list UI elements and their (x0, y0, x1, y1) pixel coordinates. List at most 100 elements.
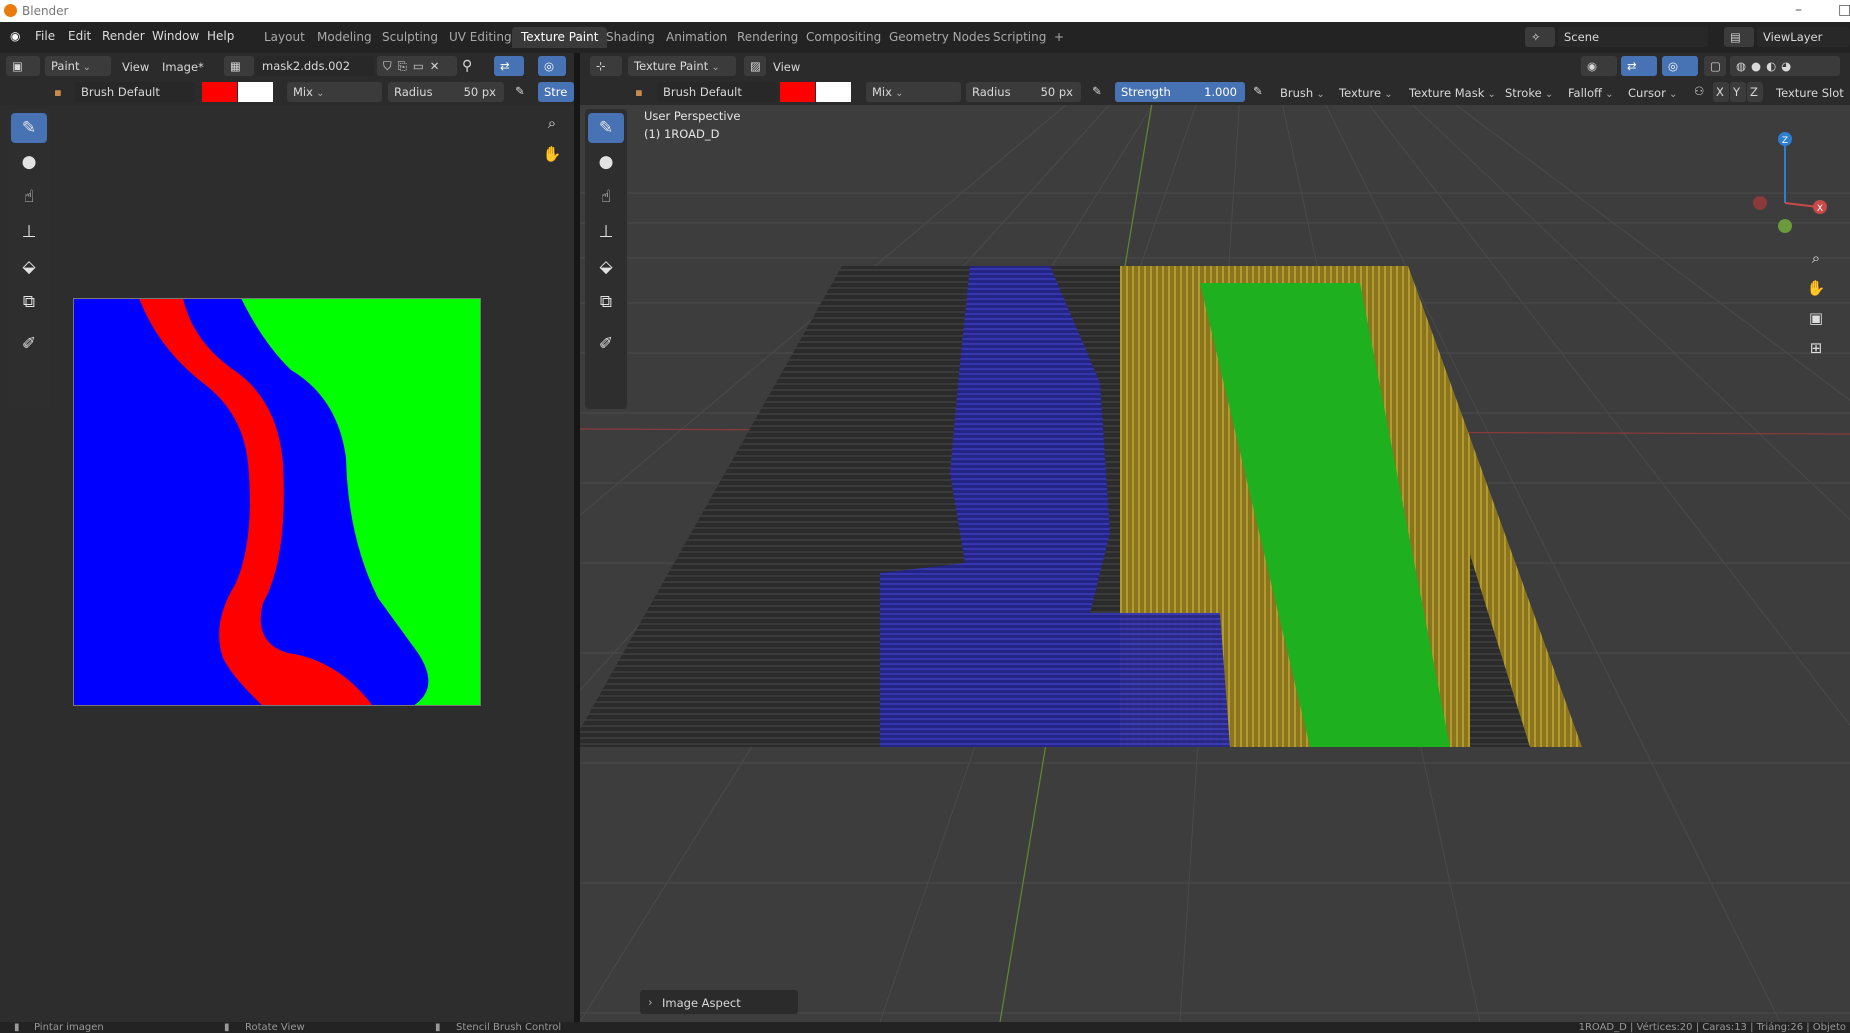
viewport-draw-tool-icon[interactable]: ✎ (588, 113, 624, 143)
texture-menu[interactable]: Texture (1339, 86, 1393, 100)
zoom-icon[interactable]: ⌕ (539, 110, 565, 136)
viewport-object-label: (1) 1ROAD_D (644, 127, 720, 141)
radius-slider[interactable]: Radius 50 px (388, 82, 504, 102)
viewport-brush-name-field[interactable]: Brush Default (657, 82, 777, 102)
tab-texture-paint[interactable]: Texture Paint (512, 27, 608, 48)
pin-icon[interactable]: ⚲ (462, 58, 472, 74)
clone-tool-icon[interactable]: ⊥ (11, 217, 47, 247)
secondary-color-swatch[interactable] (238, 82, 273, 102)
radius-pressure-icon[interactable]: ✎ (515, 84, 525, 98)
primary-color-swatch[interactable] (202, 82, 237, 102)
strength-slider-cut[interactable]: Stre (538, 82, 574, 102)
menu-edit[interactable]: Edit (68, 29, 91, 43)
navigation-gizmo[interactable]: Z X (1740, 115, 1830, 245)
image-view-menu[interactable]: View (122, 60, 149, 74)
painted-plane[interactable] (580, 263, 1660, 753)
stroke-menu[interactable]: Stroke (1505, 86, 1553, 100)
brush-menu[interactable]: Brush (1280, 86, 1325, 100)
mirror-z-toggle[interactable]: Z (1747, 82, 1763, 102)
image-name-field[interactable]: mask2.dds.002 (256, 56, 374, 76)
minimize-icon[interactable]: – (1795, 2, 1802, 18)
viewport-primary-color[interactable] (780, 82, 815, 102)
viewport-scene[interactable] (580, 53, 1850, 1022)
3d-viewport[interactable]: ⊹ Texture Paint ▨ View ◉ ⇄ ◎ ▢ ◍●◐◕ ▪ Br… (580, 53, 1850, 1022)
blender-menu-icon[interactable]: ◉ (10, 29, 20, 43)
view-layer-icon[interactable]: ▤ (1724, 27, 1754, 47)
overlays-toggle-icon[interactable]: ◎ (1662, 56, 1698, 76)
gizmo-y-ball[interactable] (1778, 219, 1792, 233)
viewport-fill-tool-icon[interactable]: ⬙ (588, 252, 624, 282)
editor-type-icon[interactable]: ▣ (6, 56, 40, 76)
draw-tool-icon[interactable]: ✎ (11, 113, 47, 143)
gizmo-neg-x-ball[interactable] (1753, 196, 1767, 210)
add-workspace-button[interactable]: + (1045, 27, 1073, 48)
tab-uv-editing[interactable]: UV Editing (440, 27, 521, 48)
texture-mask-menu[interactable]: Texture Mask (1409, 86, 1496, 100)
viewport-mask-tool-icon[interactable]: ⧉ (588, 287, 624, 317)
blend-mode-dropdown[interactable]: Mix (287, 82, 382, 102)
viewport-zoom-icon[interactable]: ⌕ (1803, 245, 1829, 271)
image-editor-header: ▣ Paint View Image* ▦ mask2.dds.002 ⛉⎘▭✕… (0, 53, 574, 79)
fill-tool-icon[interactable]: ⬙ (11, 252, 47, 282)
mask-tool-icon[interactable]: ⧉ (11, 287, 47, 317)
scene-name-field[interactable]: Scene (1558, 27, 1708, 47)
menu-render[interactable]: Render (102, 29, 145, 43)
texture-paint-mode-dropdown[interactable]: Texture Paint (628, 56, 736, 76)
tab-rendering[interactable]: Rendering (728, 27, 807, 48)
tab-sculpting[interactable]: Sculpting (373, 27, 447, 48)
shading-mode-buttons[interactable]: ◍●◐◕ (1730, 56, 1840, 76)
brush-name-field[interactable]: Brush Default (75, 82, 195, 102)
smear-tool-icon[interactable]: ☝ (11, 182, 47, 212)
viewport-blend-dropdown[interactable]: Mix (866, 82, 961, 102)
gizmo-toggle-icon[interactable]: ⇄ (1621, 56, 1657, 76)
annotate-tool-icon[interactable]: ✐ (11, 329, 47, 359)
xray-toggle-icon[interactable]: ▢ (1704, 56, 1726, 76)
menu-file[interactable]: File (35, 29, 55, 43)
mask-image-canvas[interactable] (73, 298, 481, 706)
mirror-x-toggle[interactable]: X (1713, 82, 1729, 102)
viewport-smear-tool-icon[interactable]: ☝ (588, 182, 624, 212)
viewport-radius-slider[interactable]: Radius 50 px (966, 82, 1081, 102)
canvas-icon[interactable]: ▨ (744, 56, 766, 76)
pan-hand-icon[interactable]: ✋ (539, 141, 565, 167)
overlay-icon[interactable]: ◎ (538, 56, 566, 76)
viewport-toolbar: ✎ ● ☝ ⊥ ⬙ ⧉ ✐ (585, 109, 627, 409)
perspective-toggle-icon[interactable]: ⊞ (1803, 335, 1829, 361)
falloff-menu[interactable]: Falloff (1568, 86, 1614, 100)
soften-tool-icon[interactable]: ● (11, 147, 47, 177)
image-datablock-buttons[interactable]: ⛉⎘▭✕ (377, 56, 457, 76)
cursor-menu[interactable]: Cursor (1628, 86, 1677, 100)
strength-slider[interactable]: Strength 1.000 (1115, 82, 1245, 102)
scene-selector-icon[interactable]: ✧ (1525, 27, 1555, 47)
viewport-radius-pressure-icon[interactable]: ✎ (1092, 84, 1102, 98)
tab-layout[interactable]: Layout (255, 27, 314, 48)
viewport-annotate-tool-icon[interactable]: ✐ (588, 329, 624, 359)
texture-slots-menu[interactable]: Texture Slot (1776, 86, 1844, 100)
tab-shading[interactable]: Shading (597, 27, 664, 48)
menu-window[interactable]: Window (152, 29, 199, 43)
tab-animation[interactable]: Animation (657, 27, 736, 48)
strength-pressure-icon[interactable]: ✎ (1253, 84, 1263, 98)
tab-modeling[interactable]: Modeling (308, 27, 381, 48)
viewport-soften-tool-icon[interactable]: ● (588, 147, 624, 177)
window-title: Blender (22, 4, 69, 18)
visibility-icon[interactable]: ◉ (1581, 56, 1617, 76)
camera-view-icon[interactable]: ▣ (1803, 305, 1829, 331)
mouse-middle-icon: ▮ (224, 1022, 230, 1033)
viewport-view-menu[interactable]: View (773, 60, 800, 74)
mirror-y-toggle[interactable]: Y (1730, 82, 1746, 102)
image-browse-icon[interactable]: ▦ (224, 56, 254, 76)
last-operation-panel[interactable]: › Image Aspect (640, 990, 798, 1014)
menu-help[interactable]: Help (207, 29, 234, 43)
maximize-icon[interactable]: □ (1838, 2, 1850, 18)
tab-geometry-nodes[interactable]: Geometry Nodes (880, 27, 999, 48)
image-menu[interactable]: Image* (162, 60, 204, 74)
viewport-clone-tool-icon[interactable]: ⊥ (588, 217, 624, 247)
tab-compositing[interactable]: Compositing (797, 27, 890, 48)
viewport-secondary-color[interactable] (816, 82, 851, 102)
viewport-editor-type-icon[interactable]: ⊹ (590, 56, 622, 76)
paint-mode-dropdown[interactable]: Paint (45, 56, 111, 76)
sync-uv-icon[interactable]: ⇄ (494, 56, 524, 76)
viewport-pan-icon[interactable]: ✋ (1803, 275, 1829, 301)
view-layer-field[interactable]: ViewLayer (1757, 27, 1850, 47)
